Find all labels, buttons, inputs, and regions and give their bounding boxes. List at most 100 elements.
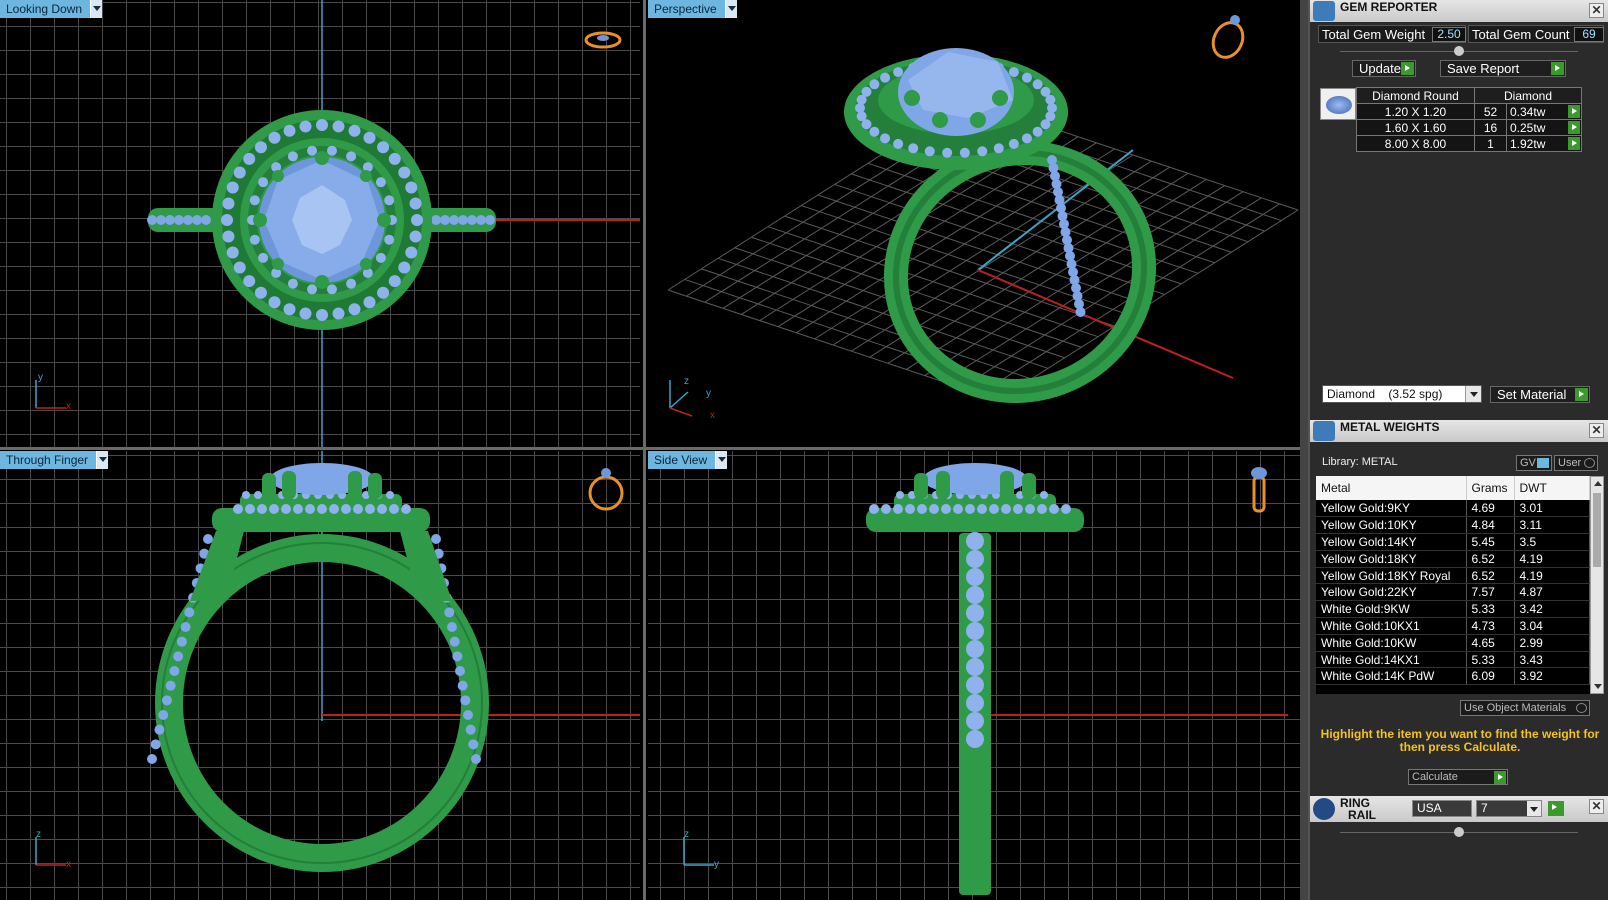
panel-title: GEM REPORTER [1340, 0, 1438, 14]
chevron-down-icon[interactable] [90, 0, 103, 18]
play-icon [1401, 62, 1414, 75]
chevron-down-icon[interactable] [1454, 827, 1464, 837]
metal-name: White Gold:10KX1 [1316, 617, 1467, 635]
viewport-right-edge [1300, 0, 1308, 900]
metal-name: Yellow Gold:14KY [1316, 533, 1467, 551]
viewport-splitter-horizontal[interactable] [0, 447, 1303, 450]
save-report-button-label: Save Report [1447, 61, 1520, 76]
gem-material-select[interactable]: Diamond (3.52 spg) [1322, 385, 1482, 403]
metal-grams: 4.69 [1466, 500, 1515, 518]
viewport-through-finger[interactable]: Through Finger z x [0, 451, 640, 900]
metal-name: White Gold:14KX1 [1316, 651, 1467, 669]
chevron-down-icon[interactable] [1465, 386, 1481, 402]
metal-dwt: 4.19 [1514, 567, 1590, 585]
apply-ring-size-button[interactable] [1548, 801, 1564, 816]
toggle-indicator-icon [1576, 703, 1587, 713]
play-icon[interactable] [1568, 105, 1580, 118]
save-report-button[interactable]: Save Report [1440, 60, 1566, 77]
ring-rail-title: RING RAIL [1340, 797, 1376, 821]
chevron-up-icon[interactable] [1454, 46, 1464, 56]
total-gem-count-value: 69 [1574, 27, 1604, 42]
update-button-label: Update [1359, 61, 1401, 76]
calculate-button[interactable]: Calculate [1408, 769, 1508, 785]
side-panel: GEM REPORTER ✕ Total Gem Weight 2.50 Tot… [1308, 0, 1608, 900]
col-metal: Metal [1316, 476, 1467, 500]
total-gem-count-number: 69 [1582, 27, 1596, 41]
country-field[interactable]: USA [1412, 800, 1472, 817]
metal-row[interactable]: Yellow Gold:10KY 4.84 3.11 [1316, 516, 1590, 535]
user-label: User [1558, 457, 1582, 469]
play-icon[interactable] [1568, 121, 1580, 134]
axis-label-z: z [684, 376, 689, 387]
metal-row[interactable]: Yellow Gold:9KY 4.69 3.01 [1316, 500, 1590, 518]
ring-rail-title-line2: RAIL [1348, 808, 1376, 822]
metal-name: Yellow Gold:9KY [1316, 500, 1467, 518]
gem-weight-value: 0.25tw [1510, 120, 1546, 135]
jewelry-cad-app: Looking Down y x Perspective z y x Throu… [0, 0, 1608, 900]
use-object-materials-toggle[interactable]: Use Object Materials [1460, 700, 1590, 716]
metal-dwt: 3.92 [1514, 667, 1590, 686]
close-icon[interactable]: ✕ [1589, 423, 1604, 438]
viewport-label-dropdown[interactable]: Looking Down [0, 0, 103, 18]
metal-row[interactable]: White Gold:14KX1 5.33 3.43 [1316, 651, 1590, 669]
viewport-looking-down[interactable]: Looking Down y x [0, 0, 640, 448]
set-material-button[interactable]: Set Material [1490, 386, 1590, 403]
viewport-label-dropdown[interactable]: Side View [648, 451, 728, 469]
metal-row[interactable]: White Gold:14K PdW 6.09 3.92 [1316, 667, 1590, 686]
metal-row[interactable]: White Gold:10KX1 4.73 3.04 [1316, 617, 1590, 635]
metal-grams: 5.33 [1466, 600, 1515, 619]
ring-size-select[interactable]: 7 [1476, 800, 1542, 817]
chevron-down-icon[interactable] [715, 451, 728, 469]
chevron-down-icon[interactable] [96, 451, 109, 469]
metal-row[interactable]: White Gold:10KW 4.65 2.99 [1316, 634, 1590, 652]
viewport-label: Through Finger [0, 451, 97, 469]
metal-row[interactable]: Yellow Gold:18KY Royal 6.52 4.19 [1316, 567, 1590, 585]
metal-row[interactable]: Yellow Gold:22KY 7.57 4.87 [1316, 583, 1590, 602]
metal-row[interactable]: White Gold:9KW 5.33 3.42 [1316, 600, 1590, 619]
close-icon[interactable]: ✕ [1589, 3, 1604, 18]
metal-dwt: 3.04 [1514, 617, 1590, 635]
update-button[interactable]: Update [1352, 60, 1416, 77]
chevron-up-icon[interactable] [1594, 481, 1602, 486]
close-icon[interactable]: ✕ [1589, 799, 1604, 814]
metal-table-scrollbar[interactable] [1590, 476, 1604, 694]
axis-label-y: y [714, 859, 719, 870]
viewport-label-dropdown[interactable]: Through Finger [0, 451, 109, 469]
play-icon[interactable] [1568, 137, 1580, 150]
metal-grams: 6.52 [1466, 567, 1515, 585]
gem-size: 8.00 X 8.00 [1356, 135, 1475, 152]
chevron-down-icon[interactable] [1527, 801, 1541, 816]
metal-grams: 6.52 [1466, 550, 1515, 568]
gem-size: 1.60 X 1.60 [1356, 119, 1475, 136]
gv-label: GV [1520, 457, 1536, 469]
viewport-splitter-vertical[interactable] [643, 0, 646, 900]
play-icon [1551, 62, 1564, 75]
metal-dwt: 3.42 [1514, 600, 1590, 619]
metal-row[interactable]: Yellow Gold:18KY 6.52 4.19 [1316, 550, 1590, 568]
chevron-down-icon[interactable] [724, 0, 737, 18]
toggle-indicator-icon [1584, 458, 1595, 468]
chevron-down-icon[interactable] [1594, 684, 1602, 689]
ring-rail-icon [1313, 798, 1335, 820]
gem-row[interactable]: 8.00 X 8.00 1 1.92tw [1356, 135, 1582, 152]
metal-weights-header[interactable]: METAL WEIGHTS ✕ [1310, 420, 1608, 442]
user-toggle[interactable]: User [1554, 455, 1598, 471]
gem-weight: 0.34tw [1506, 103, 1582, 120]
scroll-thumb[interactable] [1593, 493, 1601, 567]
gem-weight-value: 0.34tw [1510, 104, 1546, 119]
gem-reporter-header[interactable]: GEM REPORTER ✕ [1310, 0, 1608, 22]
metal-table-container[interactable]: Metal Grams DWT Yellow Gold:9KY 4.69 3.01 Y… [1316, 476, 1590, 694]
viewport-side-view[interactable]: Side View z y [648, 451, 1300, 900]
gem-row[interactable]: 1.20 X 1.20 52 0.34tw [1356, 103, 1582, 120]
metal-dwt: 4.19 [1514, 550, 1590, 568]
viewport-label-dropdown[interactable]: Perspective [648, 0, 737, 18]
gv-toggle[interactable]: GV [1516, 455, 1552, 471]
gem-row[interactable]: 1.60 X 1.60 16 0.25tw [1356, 119, 1582, 136]
metal-grams: 7.57 [1466, 583, 1515, 602]
ring-rail-header[interactable]: RING RAIL USA 7 ✕ [1310, 796, 1608, 822]
calculate-hint: Highlight the item you want to find the … [1320, 728, 1600, 754]
metal-name: Yellow Gold:10KY [1316, 516, 1467, 535]
metal-row[interactable]: Yellow Gold:14KY 5.45 3.5 [1316, 533, 1590, 551]
viewport-perspective[interactable]: Perspective z y x [648, 0, 1300, 448]
total-gem-weight-value: 2.50 [1432, 27, 1466, 42]
